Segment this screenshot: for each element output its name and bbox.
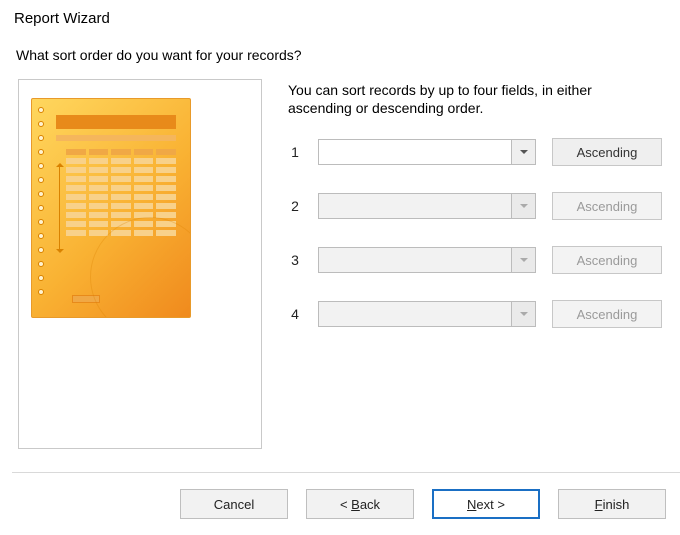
sort-rows: 1 Ascending 2 Ascending 3	[288, 137, 680, 329]
sort-field-2-dropdown-button	[511, 194, 535, 218]
sort-row-4: 4 Ascending	[288, 299, 680, 329]
sort-field-2-combo	[318, 193, 536, 219]
sort-field-1-combo[interactable]	[318, 139, 536, 165]
sort-field-3-dropdown-button	[511, 248, 535, 272]
next-button[interactable]: Next >	[432, 489, 540, 519]
sort-order-3-button: Ascending	[552, 246, 662, 274]
spiral-binding-icon	[38, 107, 44, 309]
instruction-text: You can sort records by up to four field…	[288, 79, 658, 131]
sort-arrow-icon	[57, 159, 63, 257]
sort-order-1-button[interactable]: Ascending	[552, 138, 662, 166]
sort-row-3: 3 Ascending	[288, 245, 680, 275]
sort-row-2: 2 Ascending	[288, 191, 680, 221]
footer-divider	[12, 472, 680, 473]
cancel-button[interactable]: Cancel	[180, 489, 288, 519]
sort-order-4-button: Ascending	[552, 300, 662, 328]
sort-config-pane: You can sort records by up to four field…	[288, 79, 680, 449]
wizard-button-row: Cancel < Back Next > Finish	[180, 489, 680, 519]
wizard-question: What sort order do you want for your rec…	[0, 31, 680, 69]
row-number: 2	[288, 198, 302, 214]
sort-row-1: 1 Ascending	[288, 137, 680, 167]
row-number: 4	[288, 306, 302, 322]
report-wizard-dialog: Report Wizard What sort order do you wan…	[0, 0, 680, 535]
back-button[interactable]: < Back	[306, 489, 414, 519]
report-preview-illustration	[31, 98, 191, 318]
chevron-down-icon	[520, 312, 528, 320]
row-number: 1	[288, 144, 302, 160]
chevron-down-icon	[520, 150, 528, 158]
chevron-down-icon	[520, 258, 528, 266]
sort-field-4-dropdown-button	[511, 302, 535, 326]
sort-order-2-button: Ascending	[552, 192, 662, 220]
preview-panel	[18, 79, 262, 449]
dialog-title: Report Wizard	[0, 0, 680, 31]
row-number: 3	[288, 252, 302, 268]
sort-field-3-combo	[318, 247, 536, 273]
sort-field-4-combo	[318, 301, 536, 327]
sort-field-1-dropdown-button[interactable]	[511, 140, 535, 164]
finish-button[interactable]: Finish	[558, 489, 666, 519]
wizard-content: You can sort records by up to four field…	[0, 69, 680, 449]
chevron-down-icon	[520, 204, 528, 212]
